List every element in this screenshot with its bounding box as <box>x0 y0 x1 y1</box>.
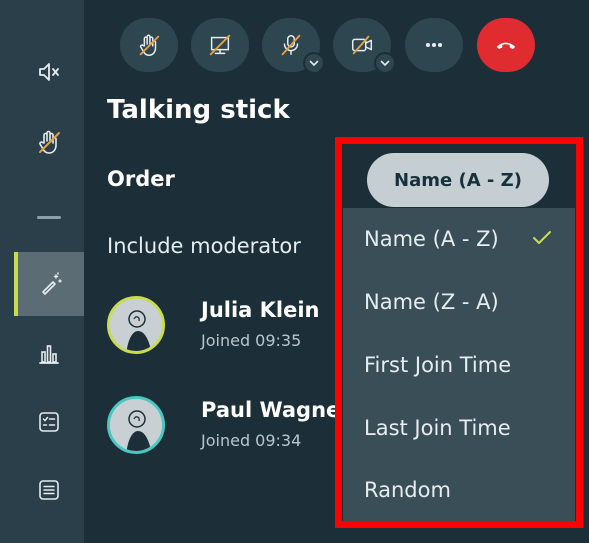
participant-name: Paul Wagne <box>201 398 341 422</box>
participant-name: Julia Klein <box>201 298 320 322</box>
mic-off-icon <box>281 34 301 56</box>
participant-item: Paul Wagne Joined 09:34 <box>107 396 347 456</box>
checklist-icon <box>39 412 59 432</box>
chevron-down-icon <box>309 60 319 67</box>
speaker-muted-button[interactable] <box>14 40 84 104</box>
hand-off-icon <box>139 34 160 56</box>
camera-off-icon <box>351 35 373 55</box>
avatar-icon <box>110 299 162 351</box>
magic-wand-icon <box>42 272 62 295</box>
list-icon <box>39 480 59 500</box>
checklist-button[interactable] <box>14 390 84 454</box>
bar-chart-icon <box>39 345 59 364</box>
participant-joined-time: Joined 09:35 <box>201 331 302 350</box>
chevron-down-icon <box>380 60 390 67</box>
highlight-box <box>335 137 583 528</box>
left-rail <box>0 0 84 543</box>
hand-off-button[interactable] <box>14 110 84 174</box>
screen-share-button[interactable] <box>191 18 249 72</box>
microphone-options-button[interactable] <box>303 52 325 74</box>
camera-options-button[interactable] <box>374 52 396 74</box>
speaker-muted-icon <box>39 63 59 81</box>
screen-share-off-icon <box>209 34 231 56</box>
participant-joined-time: Joined 09:34 <box>201 431 302 450</box>
avatar <box>107 396 165 454</box>
notes-button[interactable] <box>14 458 84 522</box>
more-icon <box>425 42 443 48</box>
avatar-icon <box>110 399 162 451</box>
panel-title: Talking stick <box>107 95 290 125</box>
participant-item: Julia Klein Joined 09:35 <box>107 296 347 356</box>
hang-up-button[interactable] <box>477 18 535 72</box>
order-label: Order <box>107 167 175 191</box>
hang-up-icon <box>496 42 516 50</box>
rail-divider <box>37 216 61 219</box>
more-options-button[interactable] <box>405 18 463 72</box>
hand-off-icon <box>39 130 60 154</box>
include-moderator-label: Include moderator <box>107 234 301 258</box>
raise-hand-button[interactable] <box>120 18 178 72</box>
poll-button[interactable] <box>14 322 84 386</box>
avatar <box>107 296 165 354</box>
talking-stick-button[interactable] <box>14 252 84 316</box>
